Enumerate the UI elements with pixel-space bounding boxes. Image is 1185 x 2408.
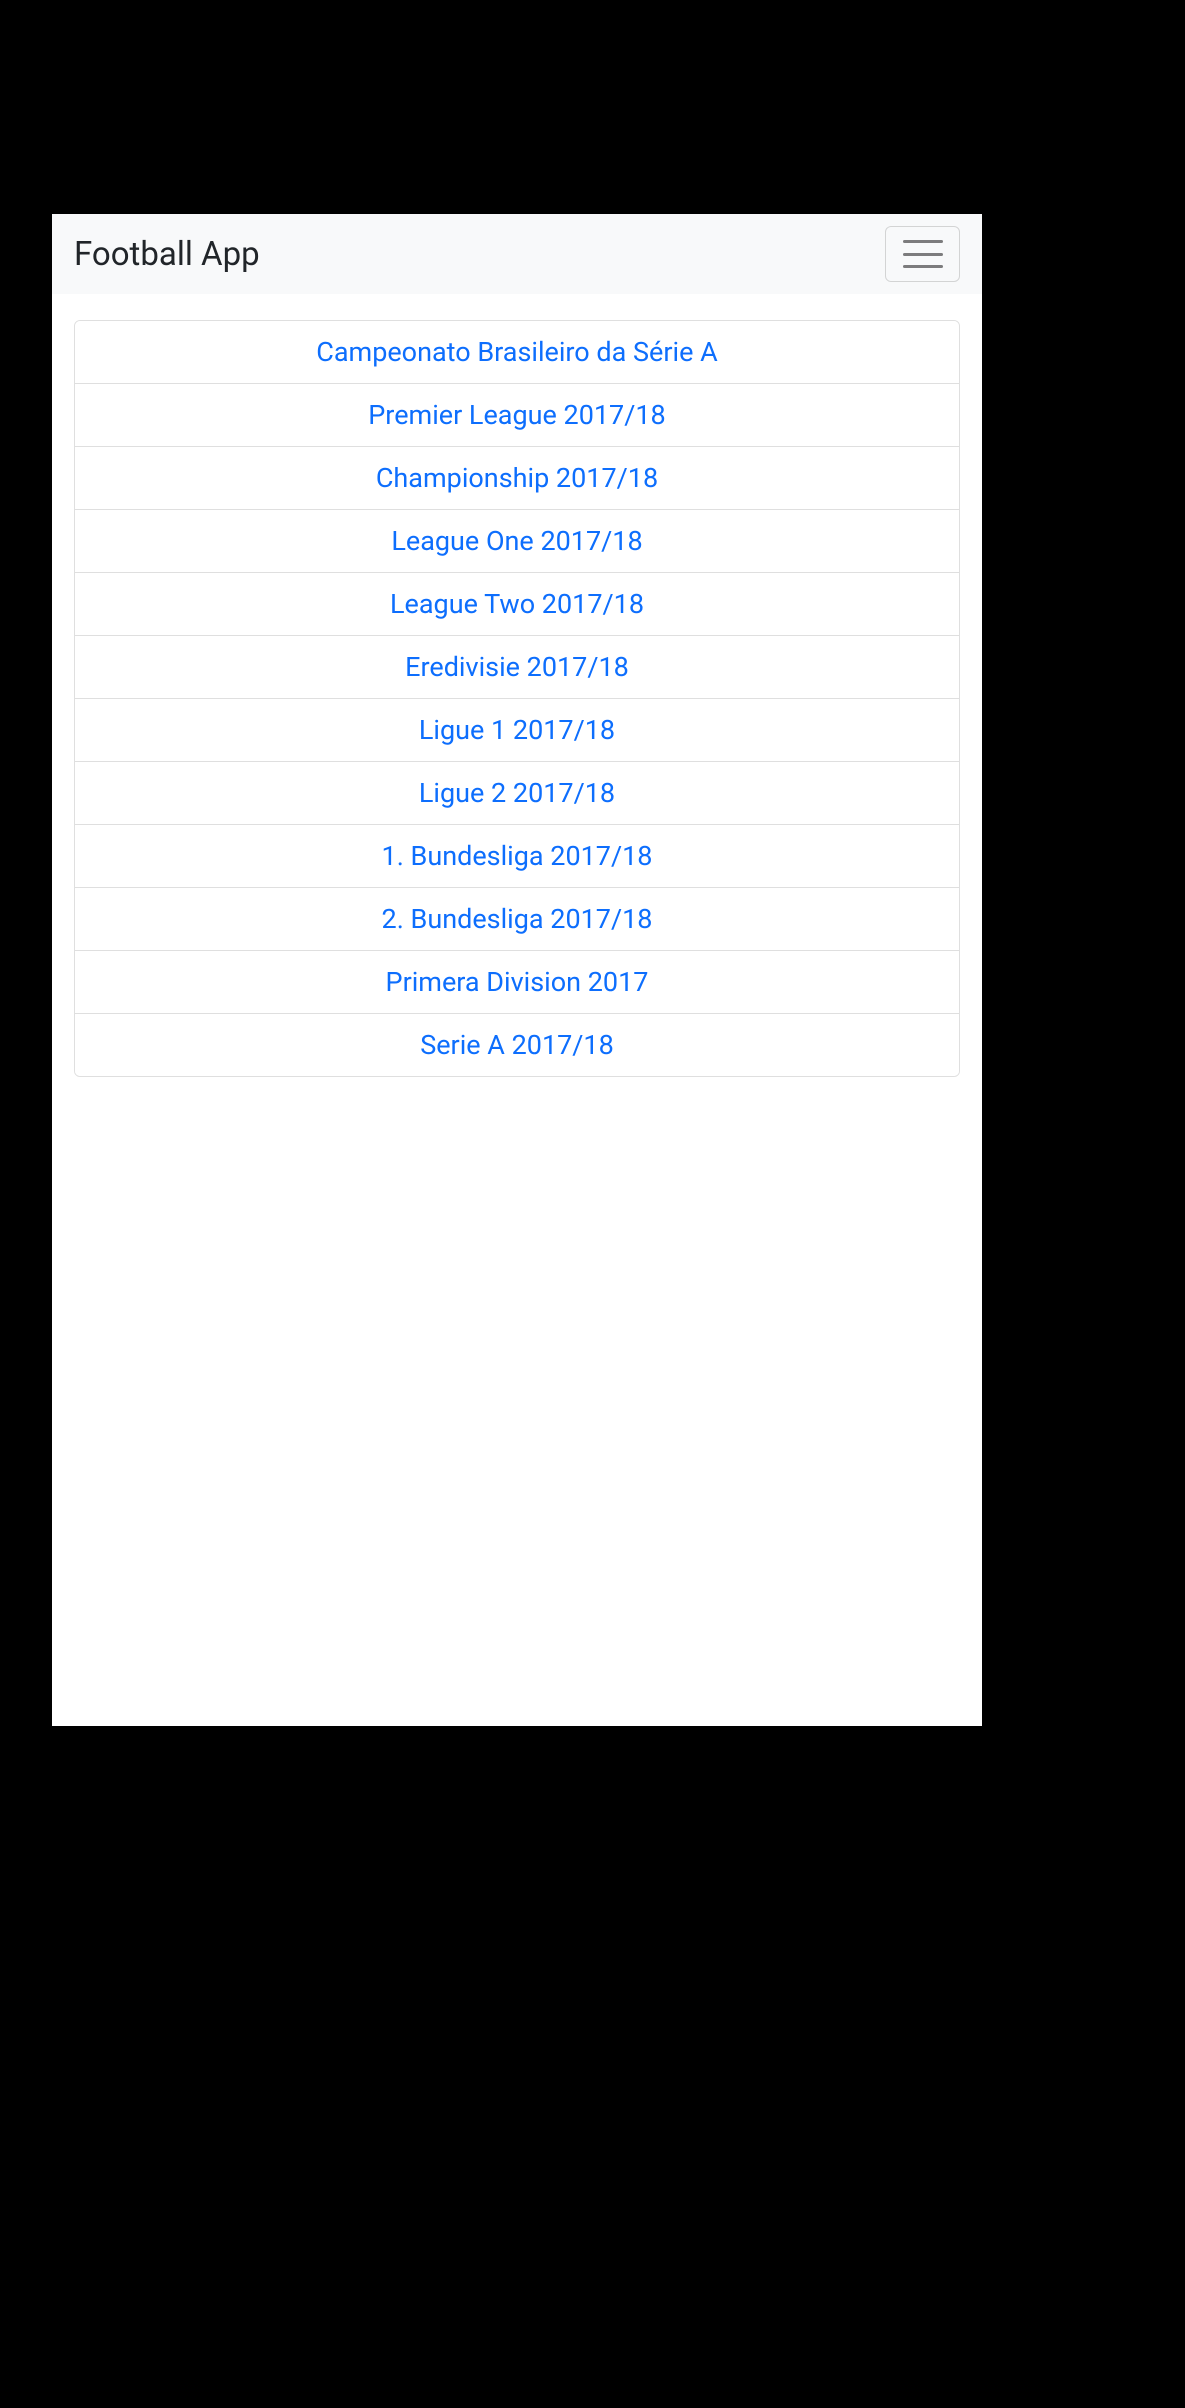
- league-link[interactable]: Campeonato Brasileiro da Série A: [316, 336, 717, 368]
- league-link[interactable]: Serie A 2017/18: [420, 1029, 614, 1061]
- league-link[interactable]: 1. Bundesliga 2017/18: [382, 840, 653, 872]
- list-item: Eredivisie 2017/18: [75, 636, 959, 699]
- league-link[interactable]: Ligue 1 2017/18: [419, 714, 615, 746]
- league-list: Campeonato Brasileiro da Série A Premier…: [74, 320, 960, 1077]
- list-item: Championship 2017/18: [75, 447, 959, 510]
- app-container: Football App Campeonato Brasileiro da Sé…: [52, 214, 982, 1726]
- league-link[interactable]: 2. Bundesliga 2017/18: [382, 903, 653, 935]
- hamburger-icon: [903, 240, 943, 268]
- list-item: League Two 2017/18: [75, 573, 959, 636]
- league-link[interactable]: Premier League 2017/18: [368, 399, 665, 431]
- navbar-brand[interactable]: Football App: [74, 235, 260, 274]
- list-item: Premier League 2017/18: [75, 384, 959, 447]
- navbar-toggle-button[interactable]: [885, 226, 960, 282]
- list-item: Primera Division 2017: [75, 951, 959, 1014]
- list-item: Campeonato Brasileiro da Série A: [75, 321, 959, 384]
- league-link[interactable]: League Two 2017/18: [390, 588, 644, 620]
- list-item: 1. Bundesliga 2017/18: [75, 825, 959, 888]
- list-item: Serie A 2017/18: [75, 1014, 959, 1076]
- league-link[interactable]: League One 2017/18: [391, 525, 642, 557]
- list-item: League One 2017/18: [75, 510, 959, 573]
- list-item: Ligue 1 2017/18: [75, 699, 959, 762]
- league-link[interactable]: Ligue 2 2017/18: [419, 777, 615, 809]
- list-item: 2. Bundesliga 2017/18: [75, 888, 959, 951]
- main-content: Campeonato Brasileiro da Série A Premier…: [52, 294, 982, 1077]
- league-link[interactable]: Primera Division 2017: [386, 966, 649, 998]
- list-item: Ligue 2 2017/18: [75, 762, 959, 825]
- navbar: Football App: [52, 214, 982, 294]
- league-link[interactable]: Championship 2017/18: [376, 462, 658, 494]
- league-link[interactable]: Eredivisie 2017/18: [405, 651, 629, 683]
